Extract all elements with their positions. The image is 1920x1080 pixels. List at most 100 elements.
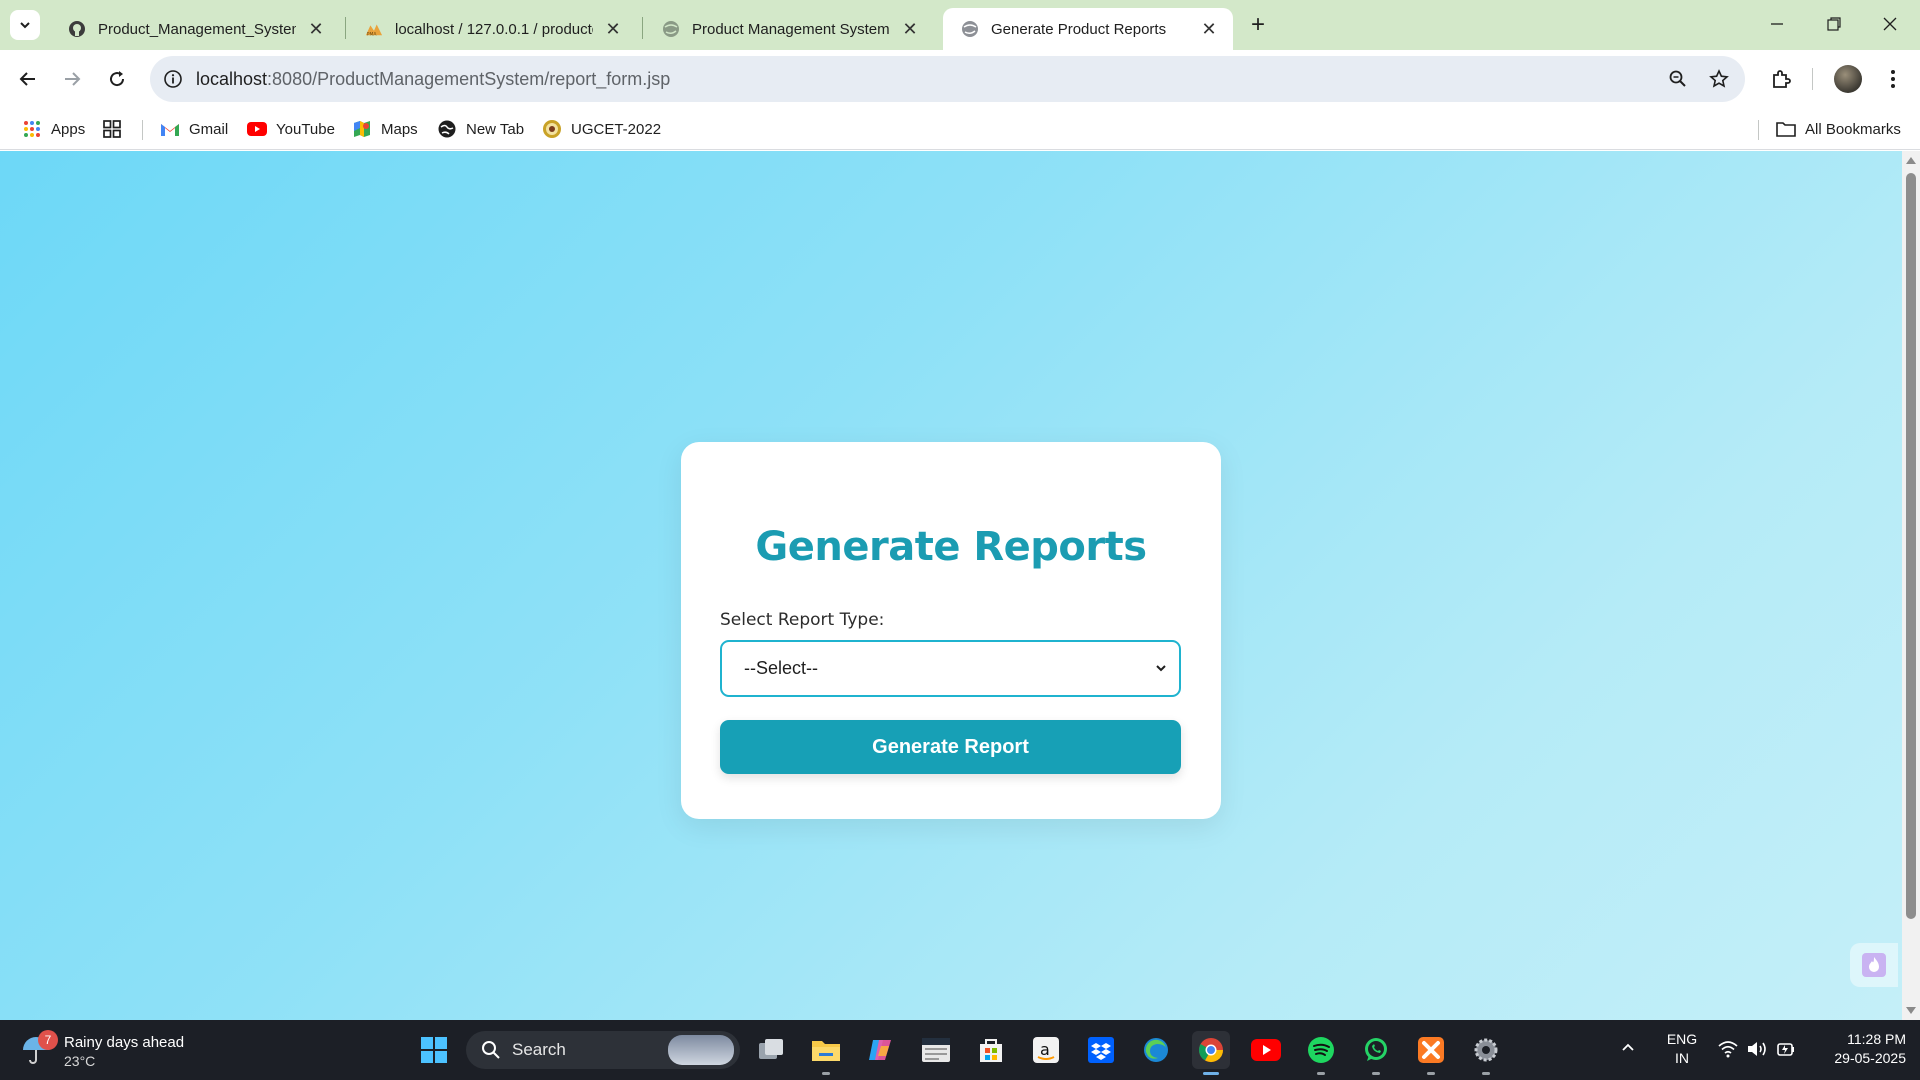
bookmark-apps[interactable]: Apps [22, 116, 85, 142]
site-info-icon[interactable] [162, 68, 184, 90]
url-host: localhost [196, 68, 268, 89]
bookmark-label: Gmail [189, 120, 229, 138]
task-view-icon [759, 1039, 783, 1059]
bookmark-label: All Bookmarks [1805, 120, 1901, 138]
running-indicator [1482, 1072, 1490, 1075]
bookmark-maps[interactable]: Maps [352, 116, 418, 142]
extensions-icon[interactable] [1766, 64, 1796, 94]
task-view-button[interactable] [752, 1031, 790, 1069]
report-type-label: Select Report Type: [720, 610, 885, 630]
volume-icon[interactable] [1746, 1040, 1768, 1058]
forward-button[interactable] [57, 64, 87, 94]
toolbar-divider [1812, 68, 1813, 90]
close-icon[interactable]: ✕ [306, 19, 326, 39]
generate-report-button[interactable]: Generate Report [720, 720, 1181, 774]
windows-icon [421, 1037, 447, 1063]
chrome-button[interactable] [1192, 1031, 1230, 1075]
lang-line-2: IN [1675, 1050, 1689, 1066]
bookmark-label: New Tab [466, 120, 525, 138]
all-bookmarks[interactable]: All Bookmarks [1776, 116, 1901, 142]
back-button[interactable] [13, 64, 43, 94]
youtube-icon [1251, 1039, 1281, 1061]
apps-grid-icon [22, 119, 42, 139]
whatsapp-button[interactable] [1357, 1031, 1395, 1075]
svg-text:a: a [1040, 1040, 1050, 1059]
bookmark-label: Apps [51, 120, 86, 138]
tab-phpmyadmin[interactable]: PMA localhost / 127.0.0.1 / productd ✕ [347, 8, 637, 50]
tab-github[interactable]: Product_Management_System_ ✕ [50, 8, 340, 50]
microsoft-store-button[interactable] [972, 1031, 1010, 1069]
weather-temp: 23°C [64, 1052, 96, 1069]
amazon-a-icon: a [1033, 1037, 1059, 1063]
minimize-icon[interactable] [1765, 12, 1789, 36]
file-explorer-button[interactable] [807, 1031, 845, 1075]
browser-toolbar: localhost:8080/ProductManagementSystem/r… [0, 50, 1920, 108]
copilot-button[interactable] [862, 1031, 900, 1069]
language-indicator[interactable]: ENG IN [1662, 1030, 1702, 1068]
close-icon[interactable]: ✕ [900, 19, 920, 39]
new-tab-button[interactable]: + [1244, 11, 1272, 39]
maps-icon [352, 119, 372, 139]
spotify-button[interactable] [1302, 1031, 1340, 1075]
gear-icon [1474, 1038, 1498, 1062]
running-indicator [1427, 1072, 1435, 1075]
tab-title: localhost / 127.0.0.1 / productd [395, 20, 593, 38]
battery-icon[interactable] [1776, 1040, 1796, 1058]
tab-divider [345, 17, 346, 39]
tab-search-button[interactable] [10, 10, 40, 40]
zoom-icon[interactable] [1667, 68, 1689, 90]
dropbox-button[interactable] [1082, 1031, 1120, 1069]
bookmark-tab-groups[interactable] [102, 116, 131, 142]
youtube-app-button[interactable] [1247, 1031, 1285, 1069]
scrollbar-thumb[interactable] [1906, 173, 1916, 919]
bookmark-gmail[interactable]: Gmail [160, 116, 228, 142]
restore-icon[interactable] [1822, 12, 1846, 36]
weather-title: Rainy days ahead [64, 1033, 185, 1051]
tab-generate-reports[interactable]: Generate Product Reports ✕ [943, 8, 1233, 50]
page-scrollbar[interactable] [1902, 151, 1920, 1020]
taskbar-search[interactable]: Search [466, 1031, 740, 1069]
youtube-icon [247, 119, 267, 139]
whatsapp-icon [1365, 1038, 1387, 1061]
amazon-icon [922, 1038, 950, 1062]
address-bar[interactable]: localhost:8080/ProductManagementSystem/r… [150, 56, 1745, 102]
tab-groups-icon [102, 119, 122, 139]
reload-button[interactable] [102, 64, 132, 94]
close-icon[interactable]: ✕ [603, 19, 623, 39]
url-text: localhost:8080/ProductManagementSystem/r… [196, 69, 670, 90]
tab-divider [642, 17, 643, 39]
github-icon [68, 20, 86, 38]
bookmark-youtube[interactable]: YouTube [247, 116, 335, 142]
tray-chevron-up-icon[interactable] [1620, 1040, 1636, 1056]
scroll-up-icon[interactable] [1906, 157, 1916, 164]
running-indicator [822, 1072, 830, 1075]
store-icon [980, 1039, 1002, 1062]
profile-avatar[interactable] [1834, 65, 1862, 93]
edge-button[interactable] [1137, 1031, 1175, 1069]
side-widget-button[interactable] [1850, 943, 1898, 987]
report-type-select[interactable]: --Select-- [720, 640, 1181, 697]
start-button[interactable] [415, 1031, 453, 1069]
amazon-button[interactable]: a [1027, 1031, 1065, 1069]
scroll-down-icon[interactable] [1906, 1007, 1916, 1014]
weather-badge: 7 [38, 1030, 58, 1050]
rain-umbrella-icon: 7 [20, 1030, 58, 1068]
xampp-button[interactable] [1412, 1031, 1450, 1075]
amazon-news-button[interactable] [917, 1031, 955, 1069]
tab-title: Generate Product Reports [991, 20, 1167, 38]
seal-icon [542, 119, 562, 139]
star-icon[interactable] [1708, 68, 1730, 90]
weather-widget[interactable]: 7 Rainy days ahead 23°C [20, 1030, 184, 1072]
globe-icon [437, 119, 457, 139]
wifi-icon[interactable] [1718, 1040, 1738, 1058]
settings-button[interactable] [1467, 1031, 1505, 1075]
bookmark-ugcet[interactable]: UGCET-2022 [542, 116, 661, 142]
tab-product-management[interactable]: Product Management System ✕ [644, 8, 934, 50]
more-menu-icon[interactable] [1878, 64, 1908, 94]
system-clock[interactable]: 11:28 PM 29-05-2025 [1810, 1030, 1906, 1068]
bookmark-new-tab[interactable]: New Tab [437, 116, 524, 142]
close-window-icon[interactable] [1878, 12, 1902, 36]
tab-strip: Product_Management_System_ ✕ PMA localho… [0, 0, 1920, 50]
close-icon[interactable]: ✕ [1199, 19, 1219, 39]
running-indicator [1203, 1072, 1219, 1075]
